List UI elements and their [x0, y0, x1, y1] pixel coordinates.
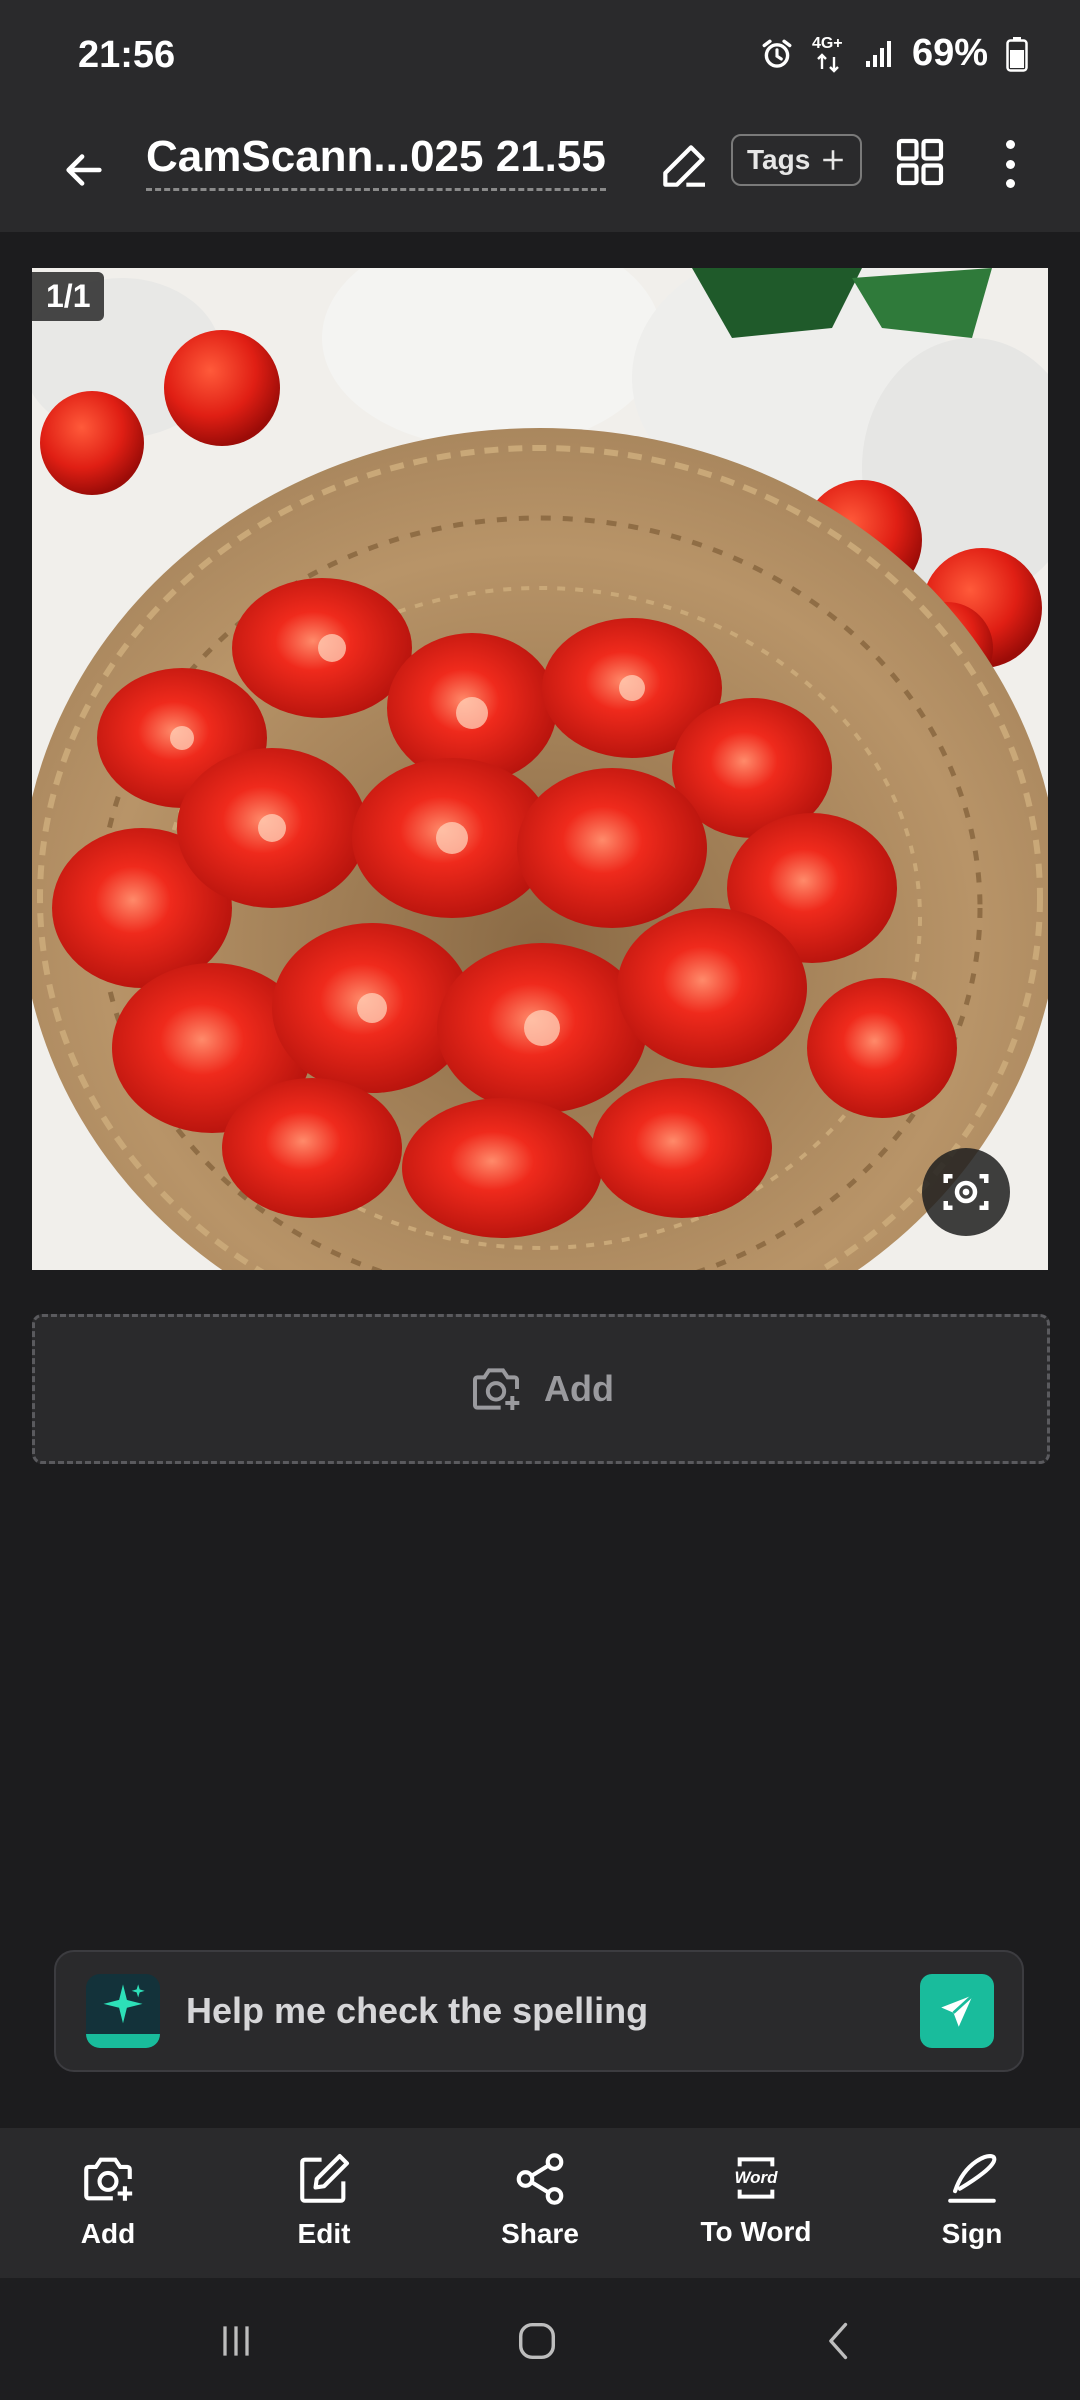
status-bar: 21:56 4G+ 69% [0, 0, 1080, 108]
grid-view-button[interactable] [892, 134, 948, 190]
toolbar-edit-button[interactable]: Edit [239, 2150, 409, 2250]
status-icons: 4G+ 69% [760, 32, 1028, 75]
ai-prompt-text: Help me check the spelling [186, 1990, 649, 2031]
ai-badge [86, 1974, 160, 2048]
home-button[interactable] [497, 2306, 577, 2376]
battery-percent: 69% [911, 32, 988, 74]
rescan-button[interactable] [922, 1148, 1010, 1236]
back-icon [829, 2322, 848, 2360]
battery-icon [1006, 36, 1028, 72]
share-icon [516, 2153, 564, 2205]
word-glyph: Word [734, 2168, 778, 2187]
toolbar-share-label: Share [501, 2218, 579, 2249]
toolbar-share-button[interactable]: Share [455, 2150, 625, 2250]
more-options-button[interactable] [990, 134, 1030, 194]
add-photo-icon [473, 1368, 520, 1410]
rescan-camera-icon [943, 1174, 989, 1210]
alarm-icon [762, 39, 792, 68]
back-button[interactable] [48, 134, 120, 206]
scanned-page[interactable]: 1/1 [32, 268, 1048, 1270]
more-vertical-icon [1005, 140, 1015, 149]
network-4g-icon: 4G+ [812, 35, 846, 73]
toolbar-edit-label: Edit [297, 2218, 351, 2249]
tags-label: Tags [747, 144, 811, 175]
send-icon [941, 1994, 974, 2027]
app-bar: CamScann...025 21.55 Tags [0, 108, 1080, 232]
bottom-toolbar: Add Edit Share Word To Word Sign [0, 2128, 1080, 2278]
system-back-button[interactable] [800, 2306, 880, 2376]
system-nav-bar [0, 2278, 1080, 2400]
plus-icon [823, 150, 844, 170]
recents-button[interactable] [196, 2306, 276, 2376]
signature-icon [948, 2154, 997, 2203]
signal-icon [865, 40, 891, 67]
pencil-icon [663, 145, 705, 187]
toolbar-sign-button[interactable]: Sign [887, 2150, 1057, 2250]
ai-prompt-bar[interactable]: Help me check the spelling [54, 1950, 1024, 2072]
rename-button[interactable] [656, 138, 712, 194]
network-label: 4G+ [811, 34, 843, 52]
page-image [32, 268, 1048, 1270]
toolbar-add-label: Add [80, 2218, 136, 2249]
edit-icon [300, 2153, 350, 2203]
ai-sparkle-icon [103, 1984, 145, 2024]
status-time: 21:56 [78, 34, 176, 76]
send-button[interactable] [920, 1974, 994, 2048]
toolbar-add-button[interactable]: Add [23, 2150, 193, 2250]
word-icon: Word [728, 2150, 784, 2206]
toolbar-sign-label: Sign [941, 2218, 1003, 2249]
grid-view-icon [896, 138, 944, 186]
toolbar-to-word-label: To Word [700, 2216, 812, 2247]
toolbar-to-word-button[interactable]: Word To Word [671, 2150, 841, 2248]
tags-button[interactable]: Tags [731, 134, 863, 186]
add-photo-icon [84, 2157, 133, 2201]
add-page-slot[interactable]: Add [32, 1314, 1050, 1464]
back-arrow-icon [66, 154, 102, 186]
document-title[interactable]: CamScann...025 21.55 [146, 132, 606, 191]
add-page-label: Add [544, 1368, 614, 1409]
home-icon [518, 2322, 556, 2360]
page-counter: 1/1 [32, 272, 105, 321]
recents-icon [223, 2326, 249, 2356]
